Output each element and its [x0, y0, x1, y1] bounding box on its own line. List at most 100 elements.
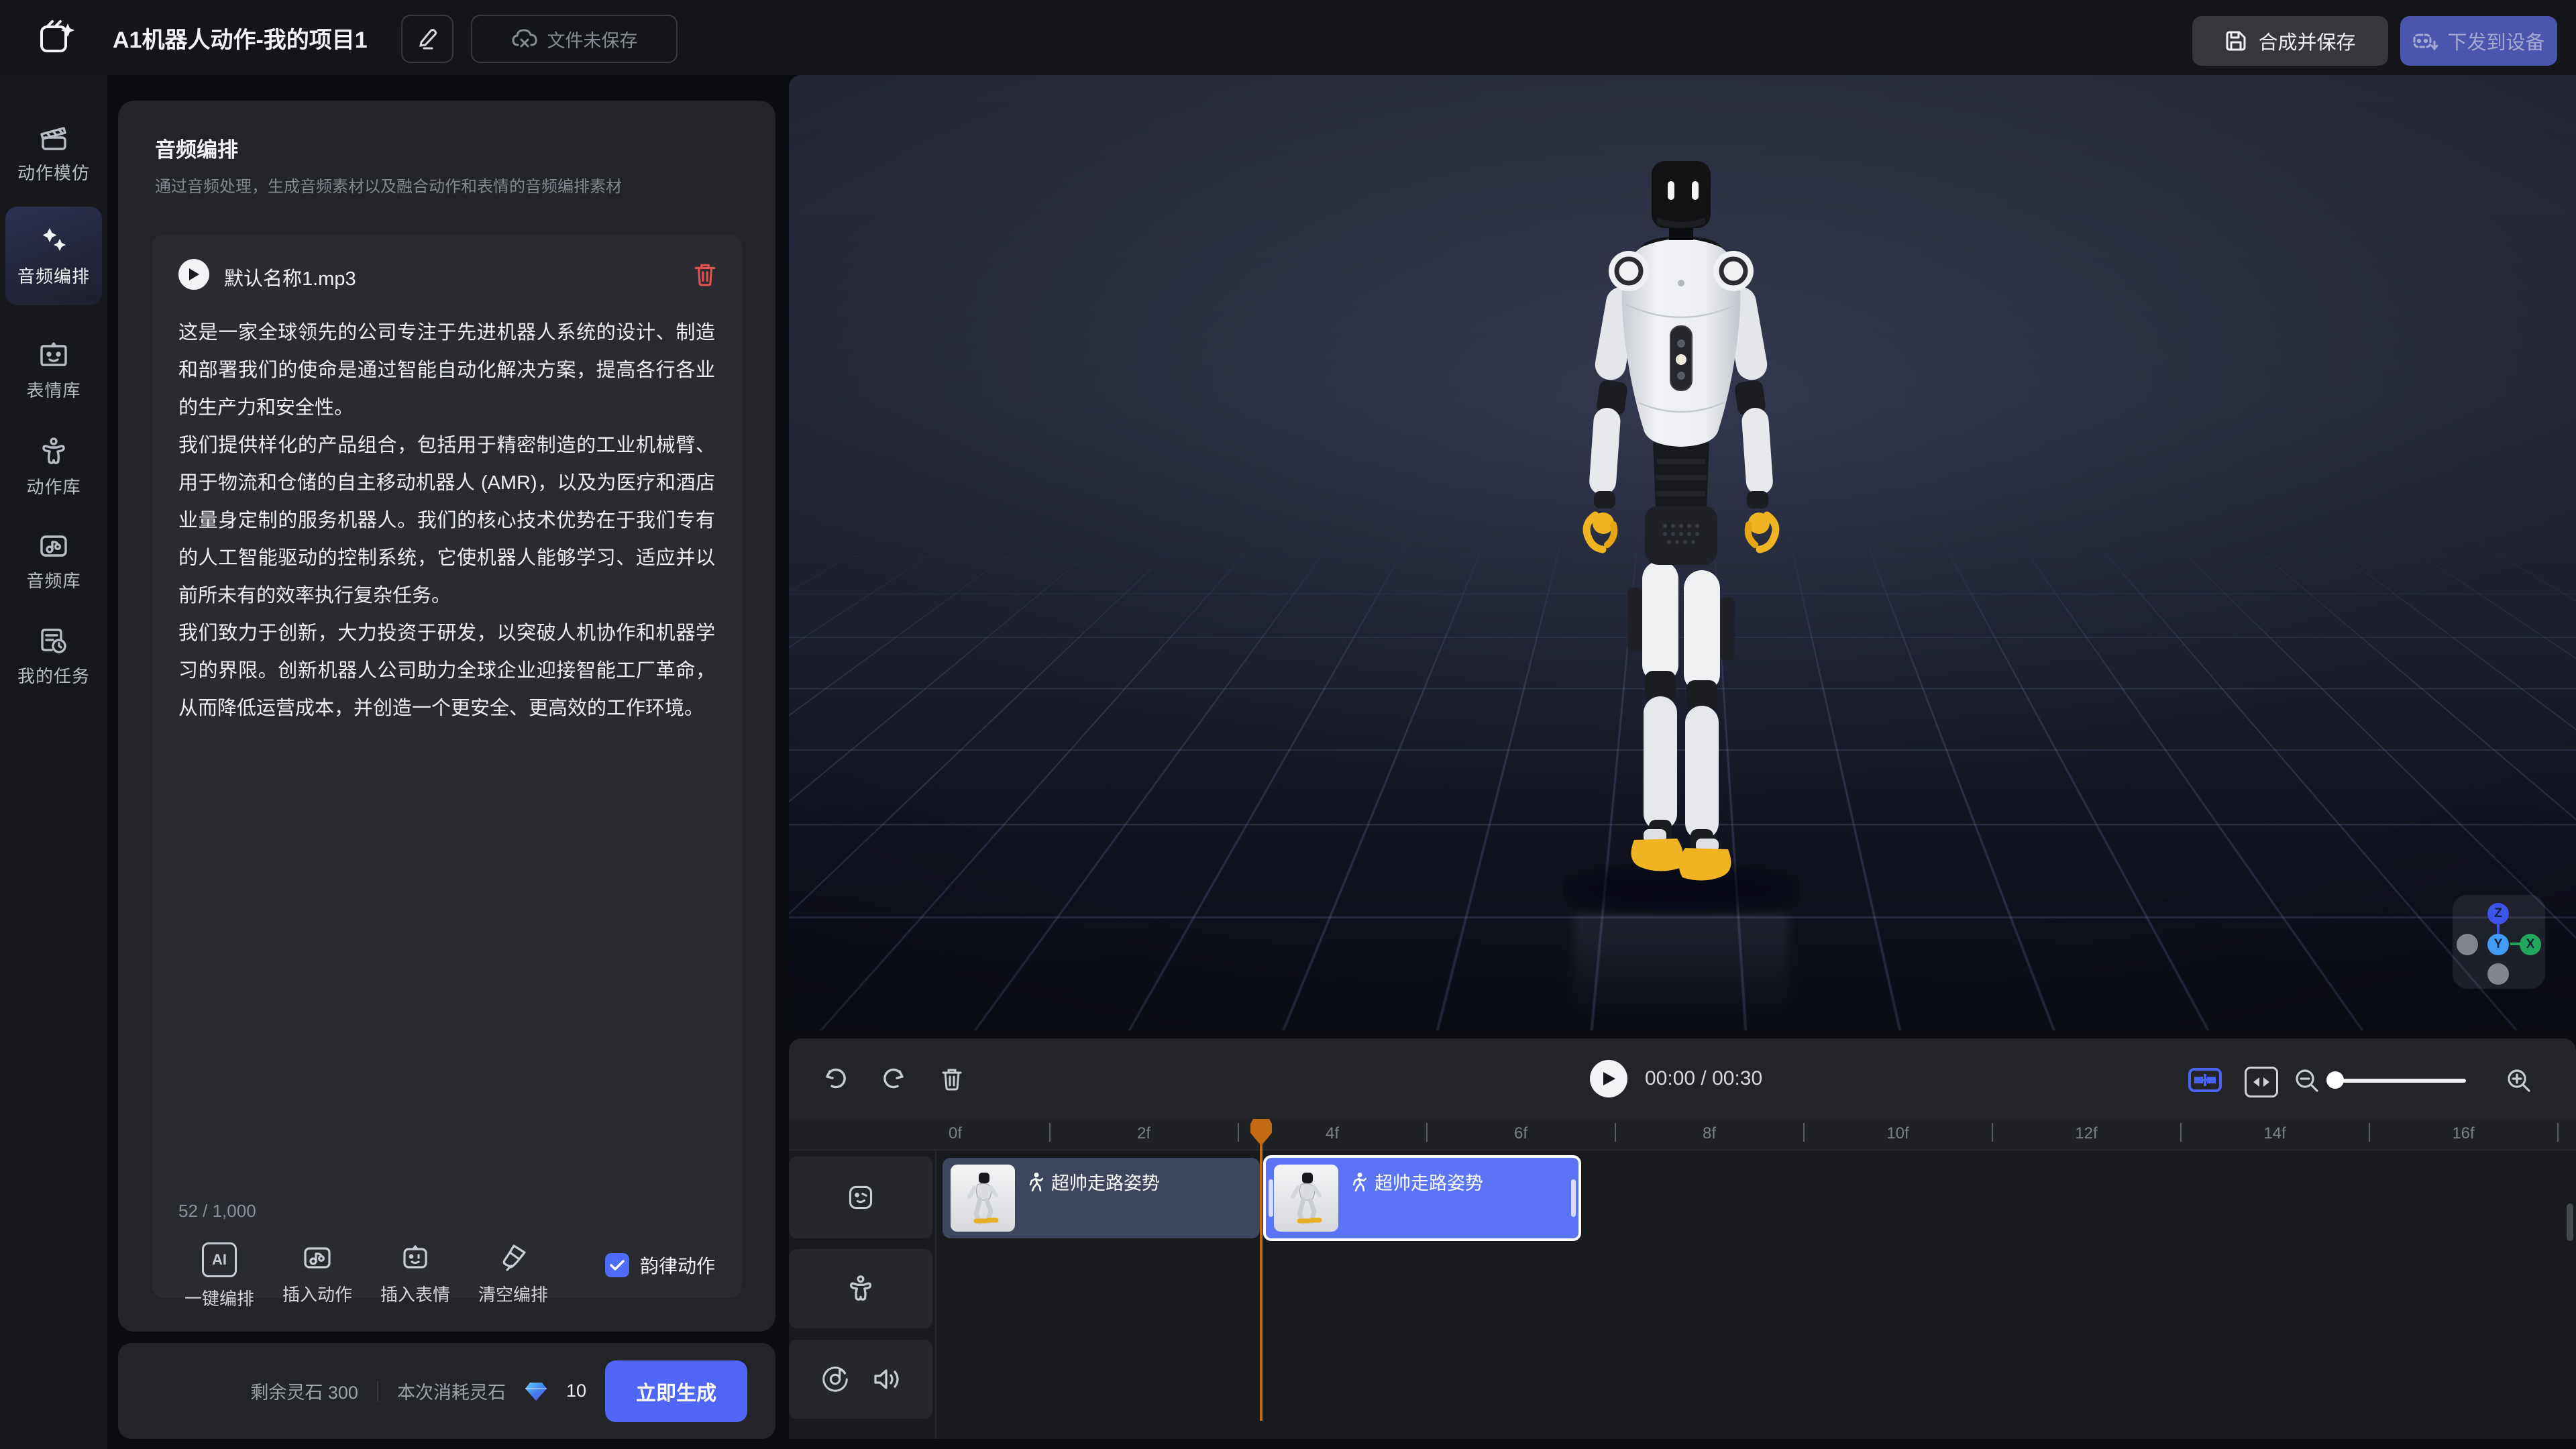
- snap-toggle-button[interactable]: [2188, 1068, 2222, 1092]
- face-card-icon: [400, 1242, 431, 1273]
- clip-label: 超帅走路姿势: [1051, 1169, 1160, 1195]
- insert-motion-button[interactable]: 插入动作: [274, 1242, 361, 1306]
- task-list-icon: [38, 627, 69, 656]
- left-arrow-icon: [2253, 1077, 2259, 1087]
- ruler-tick: [1615, 1123, 1616, 1142]
- sidebar-item-audio-orchestration[interactable]: 音频编排: [5, 207, 102, 305]
- delete-clip-button[interactable]: [939, 1067, 965, 1092]
- sidebar-label: 音频库: [26, 568, 80, 592]
- axis-y-label: Y: [2494, 937, 2503, 952]
- timeline-ruler[interactable]: 0f 2f 4f 6f 8f 10f 12f 14f 16f: [789, 1119, 2576, 1150]
- delete-audio-button[interactable]: [692, 262, 718, 287]
- script-paragraph: 我们致力于创新，大力投资于研发，以突破人机协作和机器学习的界限。创新机器人公司助…: [178, 614, 715, 727]
- one-click-orchestrate-button[interactable]: AI 一键编排: [176, 1242, 263, 1310]
- ai-box-icon: AI: [202, 1242, 237, 1277]
- axis-gizmo[interactable]: Z Y X: [2453, 895, 2545, 989]
- divider: [377, 1381, 378, 1401]
- rhythm-motion-checkbox[interactable]: 韵律动作: [605, 1252, 715, 1279]
- sidebar-item-motion-mimic[interactable]: 动作模仿: [5, 123, 102, 184]
- ruler-tick: [2369, 1123, 2370, 1142]
- clip-trim-handle-left[interactable]: [1269, 1179, 1273, 1217]
- script-paragraph: 我们提供样化的产品组合，包括用于精密制造的工业机械臂、用于物流和仓储的自主移动机…: [178, 427, 715, 614]
- sidebar-item-motion-library[interactable]: 动作库: [5, 436, 102, 498]
- checkbox-checked[interactable]: [605, 1253, 629, 1277]
- timeline-area: 0f 2f 4f 6f 8f 10f 12f 14f 16f: [789, 1119, 2576, 1439]
- axis-z-label: Z: [2494, 906, 2502, 921]
- expression-track-header[interactable]: [789, 1157, 932, 1238]
- sidebar-item-expression-library[interactable]: 表情库: [5, 341, 102, 402]
- playhead-line: [1260, 1139, 1263, 1421]
- sidebar-label: 我的任务: [17, 663, 90, 688]
- audio-orchestration-panel: 音频编排 通过音频处理，生成音频素材以及融合动作和表情的音频编排素材 默认名称1…: [118, 101, 775, 1332]
- pencil-icon: [416, 28, 439, 50]
- axis-z-handle[interactable]: Z: [2487, 903, 2509, 924]
- viewport-vignette: [789, 75, 2576, 1030]
- axis-x-handle[interactable]: X: [2520, 934, 2541, 955]
- axis-y-handle[interactable]: Y: [2487, 934, 2509, 955]
- save-status: 文件未保存: [471, 15, 678, 63]
- disc-icon: [820, 1364, 850, 1394]
- ruler-label: 10f: [1886, 1124, 1909, 1143]
- script-text[interactable]: 这是一家全球领先的公司专注于先进机器人系统的设计、制造和部署我们的使命是通过智能…: [178, 314, 715, 727]
- action-label: 一键编排: [184, 1285, 254, 1310]
- timeline-zoom-slider-knob[interactable]: [2326, 1071, 2344, 1089]
- fit-width-button[interactable]: [2245, 1067, 2278, 1097]
- motion-track-header[interactable]: [789, 1249, 932, 1328]
- insert-expression-button[interactable]: 插入表情: [372, 1242, 459, 1306]
- audio-play-button[interactable]: [178, 259, 209, 290]
- music-card-icon: [38, 531, 69, 561]
- timeline-zoom-slider[interactable]: [2332, 1079, 2466, 1083]
- generate-now-button[interactable]: 立即生成: [605, 1360, 747, 1422]
- ruler-tick: [1049, 1123, 1051, 1142]
- redo-button[interactable]: [880, 1067, 906, 1092]
- app-logo-icon: [38, 19, 75, 56]
- save-icon: [2224, 30, 2247, 52]
- generate-now-label: 立即生成: [636, 1377, 716, 1406]
- viewport-3d[interactable]: Z Y X: [789, 75, 2576, 1030]
- generate-footer: 剩余灵石 300 本次消耗灵石 10 立即生成: [118, 1343, 775, 1439]
- app-window: A1机器人动作-我的项目1 文件未保存 合成并保存: [0, 0, 2576, 1449]
- sidebar-item-audio-library[interactable]: 音频库: [5, 531, 102, 592]
- zoom-out-button[interactable]: [2294, 1068, 2320, 1093]
- audio-track-header[interactable]: [789, 1340, 932, 1419]
- ruler-label: 14f: [2263, 1124, 2286, 1143]
- axis-neg-z-handle[interactable]: [2487, 963, 2509, 985]
- timeline-vertical-scrollbar[interactable]: [2567, 1203, 2573, 1241]
- robot-face-icon: [38, 341, 69, 370]
- timeline-panel: 00:00 / 00:30 0f 2f 4f 6f 8f: [789, 1038, 2576, 1439]
- clear-orchestration-button[interactable]: 清空编排: [470, 1242, 557, 1306]
- script-paragraph: 这是一家全球领先的公司专注于先进机器人系统的设计、制造和部署我们的使命是通过智能…: [178, 314, 715, 427]
- panel-subtitle: 通过音频处理，生成音频素材以及融合动作和表情的音频编排素材: [155, 173, 622, 197]
- right-arrow-icon: [2263, 1077, 2269, 1087]
- ruler-tick: [1803, 1123, 1805, 1142]
- sidebar-item-my-tasks[interactable]: 我的任务: [5, 627, 102, 688]
- ruler-label: 2f: [1137, 1124, 1150, 1143]
- speaker-icon: [873, 1366, 901, 1392]
- music-card-icon: [302, 1242, 333, 1273]
- remaining-gems-label: 剩余灵石 300: [250, 1378, 358, 1404]
- compose-save-button[interactable]: 合成并保存: [2192, 16, 2388, 66]
- sidebar-label: 表情库: [26, 377, 80, 402]
- clip-thumbnail: [951, 1165, 1015, 1232]
- time-display: 00:00 / 00:30: [1645, 1038, 1762, 1119]
- ruler-tick: [2180, 1123, 2182, 1142]
- top-bar: A1机器人动作-我的项目1 文件未保存 合成并保存: [0, 0, 2576, 75]
- play-icon: [1601, 1071, 1616, 1087]
- rename-button[interactable]: [401, 15, 453, 63]
- cloud-unsaved-icon: [511, 28, 538, 50]
- sidebar: 动作模仿 音频编排 表情库 动作库: [0, 75, 107, 1449]
- timeline-play-button[interactable]: [1590, 1060, 1627, 1097]
- walking-person-icon: [1350, 1173, 1366, 1191]
- axis-neg-x-handle[interactable]: [2457, 934, 2478, 955]
- clip-trim-handle-right[interactable]: [1571, 1179, 1576, 1217]
- timeline-clip[interactable]: 超帅走路姿势: [943, 1158, 1260, 1238]
- zoom-in-button[interactable]: [2506, 1068, 2532, 1093]
- ruler-tick: [1992, 1123, 1993, 1142]
- timeline-clip-selected[interactable]: 超帅走路姿势: [1263, 1155, 1581, 1241]
- person-icon: [38, 436, 69, 467]
- undo-button[interactable]: [824, 1067, 849, 1092]
- gem-icon: [525, 1381, 547, 1401]
- play-icon: [188, 268, 200, 281]
- deploy-device-button[interactable]: 下发到设备: [2400, 16, 2557, 66]
- clear-brush-icon: [498, 1242, 529, 1273]
